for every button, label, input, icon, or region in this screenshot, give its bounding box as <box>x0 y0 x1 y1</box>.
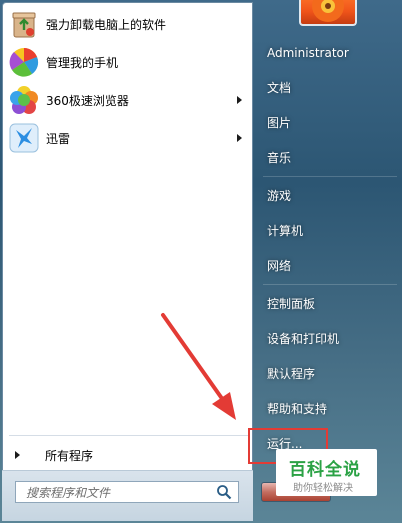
browser-360-icon <box>10 86 38 114</box>
link-documents[interactable]: 文档 <box>267 77 291 99</box>
search-area: 搜索程序和文件 <box>2 470 253 521</box>
link-devices-printers[interactable]: 设备和打印机 <box>267 328 339 350</box>
expand-arrow-icon <box>15 451 20 459</box>
watermark: 百科全说 助你轻松解决 <box>276 449 377 496</box>
link-games[interactable]: 游戏 <box>267 185 291 207</box>
separator <box>9 435 248 436</box>
link-music[interactable]: 音乐 <box>267 147 291 169</box>
program-item-uninstaller[interactable]: 强力卸载电脑上的软件 <box>7 5 248 43</box>
programs-panel: 强力卸载电脑上的软件 管理我的手机 360极速浏览器 迅雷 所有程序 <box>2 2 253 521</box>
flower-avatar-icon <box>312 0 344 22</box>
program-label: 管理我的手机 <box>46 55 119 70</box>
link-help-support[interactable]: 帮助和支持 <box>267 398 327 420</box>
program-item-phone-manager[interactable]: 管理我的手机 <box>7 43 248 81</box>
watermark-title: 百科全说 <box>289 460 361 480</box>
submenu-arrow-icon <box>237 96 242 104</box>
link-pictures[interactable]: 图片 <box>267 112 291 134</box>
all-programs-button[interactable]: 所有程序 <box>7 441 248 469</box>
link-control-panel[interactable]: 控制面板 <box>267 293 315 315</box>
search-placeholder: 搜索程序和文件 <box>26 485 111 500</box>
separator <box>263 284 397 285</box>
link-user[interactable]: Administrator <box>267 42 349 64</box>
program-label: 360极速浏览器 <box>46 93 129 108</box>
link-network[interactable]: 网络 <box>267 255 291 277</box>
thunder-bird-icon <box>9 123 39 153</box>
search-icon[interactable] <box>216 484 232 500</box>
all-programs-label: 所有程序 <box>45 448 94 463</box>
separator <box>263 176 397 177</box>
user-picture[interactable] <box>299 0 357 26</box>
submenu-arrow-icon <box>237 134 242 142</box>
program-label: 迅雷 <box>46 131 71 146</box>
program-label: 强力卸载电脑上的软件 <box>46 17 167 32</box>
search-input[interactable]: 搜索程序和文件 <box>15 481 239 503</box>
link-computer[interactable]: 计算机 <box>267 220 303 242</box>
watermark-subtitle: 助你轻松解决 <box>293 483 353 494</box>
program-item-thunder[interactable]: 迅雷 <box>7 119 248 157</box>
link-default-programs[interactable]: 默认程序 <box>267 363 315 385</box>
recycle-bin-icon <box>12 12 36 38</box>
program-item-360-browser[interactable]: 360极速浏览器 <box>7 81 248 119</box>
phone-manager-icon <box>9 48 39 77</box>
